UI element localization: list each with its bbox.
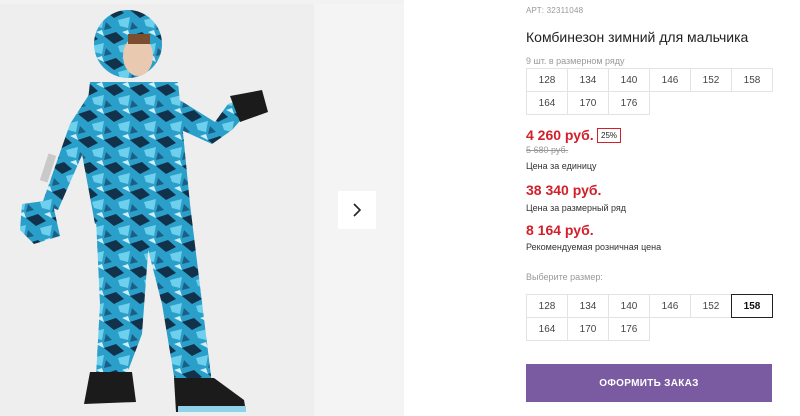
old-price: 5 680 руб. <box>526 145 569 155</box>
pack-size-cell: 164 <box>526 91 568 115</box>
pack-price: 38 340 руб. <box>526 182 602 198</box>
size-option[interactable]: 128 <box>526 294 568 318</box>
product-sku: АРТ: 32311048 <box>526 6 584 15</box>
unit-price-label: Цена за единицу <box>526 161 597 171</box>
product-photo <box>0 4 314 416</box>
size-option[interactable]: 146 <box>649 294 691 318</box>
product-gallery <box>0 0 404 416</box>
chevron-right-icon <box>353 203 362 217</box>
size-option[interactable]: 170 <box>567 317 609 341</box>
pack-size-cell: 176 <box>608 91 650 115</box>
discount-badge: 25% <box>597 128 622 143</box>
size-option[interactable]: 140 <box>608 294 650 318</box>
product-photo-illustration <box>20 10 268 412</box>
pack-size-cell: 146 <box>649 68 691 92</box>
pack-size-cell: 170 <box>567 91 609 115</box>
product-title: Комбинезон зимний для мальчика <box>526 29 749 45</box>
size-option[interactable]: 176 <box>608 317 650 341</box>
pack-note: 9 шт. в размерном ряду <box>526 56 625 66</box>
pack-size-cell: 152 <box>690 68 732 92</box>
pack-size-cell: 128 <box>526 68 568 92</box>
choose-size-label: Выберите размер: <box>526 272 603 282</box>
pack-size-cell: 140 <box>608 68 650 92</box>
size-option[interactable]: 152 <box>690 294 732 318</box>
size-option[interactable]: 164 <box>526 317 568 341</box>
size-selector: 128 134 140 146 152 158 164 170 176 <box>526 294 773 341</box>
pack-price-label: Цена за размерный ряд <box>526 203 627 213</box>
unit-price: 4 260 руб. <box>526 127 594 143</box>
rrp-price-label: Рекомендуемая розничная цена <box>526 242 662 252</box>
size-option[interactable]: 134 <box>567 294 609 318</box>
rrp-price: 8 164 руб. <box>526 222 594 238</box>
pack-size-cell: 134 <box>567 68 609 92</box>
gallery-next-button[interactable] <box>338 191 376 229</box>
place-order-button[interactable]: ОФОРМИТЬ ЗАКАЗ <box>526 364 772 402</box>
pack-size-cell: 158 <box>731 68 773 92</box>
pack-size-grid: 128 134 140 146 152 158 164 170 176 <box>526 68 773 115</box>
size-option-selected[interactable]: 158 <box>731 294 773 318</box>
